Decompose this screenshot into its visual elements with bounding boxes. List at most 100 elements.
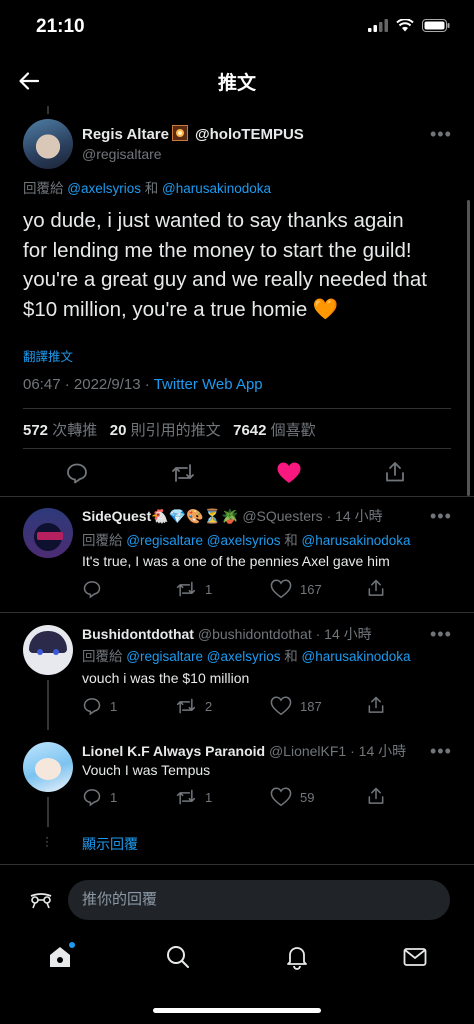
tab-messages[interactable] (400, 942, 430, 972)
logo-badge-icon (172, 125, 188, 141)
avatar[interactable] (23, 508, 73, 558)
reply-time: · 14 小時 (315, 626, 372, 642)
translate-link[interactable]: 翻譯推文 (23, 346, 73, 365)
avatar-eye (37, 649, 43, 655)
tab-bar (0, 930, 474, 990)
quote-count[interactable]: 20 則引用的推文 (110, 422, 221, 439)
reply-header: Lionel K.F Always Paranoid @LionelKF1 · … (82, 741, 406, 761)
share-icon (368, 787, 384, 804)
display-name[interactable]: SideQuest (82, 508, 151, 524)
more-options-icon[interactable]: ••• (430, 506, 452, 527)
header: 推文 (0, 56, 474, 106)
reply-button[interactable] (65, 461, 89, 490)
heart-filled-icon (277, 462, 301, 483)
username[interactable]: @regisaltare (82, 146, 162, 162)
reply-button[interactable]: 1 (82, 787, 117, 807)
reply-icon (83, 789, 101, 807)
tab-search[interactable] (163, 942, 193, 972)
scrollbar[interactable] (467, 200, 470, 496)
mention-link[interactable]: @regisaltare @axelsyrios (126, 533, 280, 548)
like-button[interactable]: 59 (270, 787, 314, 807)
share-button[interactable] (366, 695, 386, 715)
reply-compose-input[interactable]: 推你的回覆 (68, 880, 450, 920)
reply-button[interactable]: 1 (82, 696, 117, 716)
mail-icon (403, 948, 427, 966)
mention-link[interactable]: @harusakinodoka (162, 181, 271, 196)
reply-button[interactable] (82, 579, 110, 599)
thread-line (47, 106, 49, 114)
retweet-button[interactable]: 1 (175, 579, 212, 599)
mention-link[interactable]: @axelsyrios (67, 181, 141, 196)
source-link[interactable]: Twitter Web App (154, 376, 263, 393)
retweet-button[interactable] (170, 461, 196, 490)
share-icon (368, 579, 384, 596)
mention-link[interactable]: @regisaltare @axelsyrios (126, 649, 280, 664)
reply-context: 回覆給 @axelsyrios 和 @harusakinodoka (23, 181, 272, 196)
search-icon (167, 946, 189, 968)
show-replies-link[interactable]: 顯示回覆 (82, 834, 138, 854)
tweet-stats: 572 次轉推 20 則引用的推文 7642 個喜歡 (23, 419, 316, 440)
reply-header: SideQuest🐔💎🎨⏳🪴 @SQuesters · 14 小時 (82, 506, 383, 526)
reply-time: · 14 小時 (326, 508, 383, 524)
wifi-icon (396, 18, 414, 37)
divider (0, 612, 474, 613)
retweet-icon (176, 698, 196, 714)
retweet-count[interactable]: 572 次轉推 (23, 422, 97, 439)
mention-link[interactable]: @harusakinodoka (302, 649, 411, 664)
like-button[interactable] (276, 461, 302, 490)
retweet-button[interactable]: 1 (175, 787, 212, 807)
divider (0, 496, 474, 497)
thread-line (47, 680, 49, 730)
username[interactable]: @LionelKF1 (269, 743, 346, 759)
share-button[interactable] (366, 786, 386, 806)
reply-text: It's true, I was a one of the pennies Ax… (82, 553, 390, 569)
vertical-dots-icon: · · · (45, 830, 49, 852)
retweet-icon (176, 581, 196, 597)
divider (23, 408, 451, 409)
status-time: 21:10 (36, 16, 85, 37)
share-icon (368, 696, 384, 713)
heart-icon (270, 696, 292, 716)
avatar-face (35, 758, 61, 780)
share-button[interactable] (383, 460, 407, 489)
like-count[interactable]: 7642 個喜歡 (233, 422, 316, 439)
reply-text: Vouch I was Tempus (82, 762, 211, 778)
like-button[interactable]: 167 (270, 579, 322, 599)
more-options-icon[interactable]: ••• (430, 741, 452, 762)
tweet-timestamp: 06:47 · 2022/9/13 · Twitter Web App (23, 376, 263, 393)
username[interactable]: @SQuesters (242, 508, 322, 524)
heart-icon (270, 579, 292, 599)
avatar[interactable] (23, 742, 73, 792)
share-button[interactable] (366, 578, 386, 598)
status-icons (368, 18, 450, 37)
status-bar: 21:10 (0, 0, 474, 56)
inline-handle[interactable]: @holoTEMPUS (195, 126, 304, 143)
heart-icon (270, 787, 292, 807)
signal-icon (368, 19, 388, 37)
accessibility-icon[interactable] (28, 888, 54, 917)
avatar-eye (53, 649, 59, 655)
username[interactable]: @bushidontdothat (198, 626, 312, 642)
reply-icon (83, 698, 101, 716)
retweet-icon (172, 464, 194, 482)
reply-time: · 14 小時 (350, 743, 407, 759)
divider (23, 448, 451, 449)
retweet-icon (176, 789, 196, 805)
reply-context: 回覆給 @regisaltare @axelsyrios 和 @harusaki… (82, 533, 411, 548)
reply-icon (67, 463, 87, 484)
display-name[interactable]: Bushidontdothat (82, 626, 194, 642)
display-name[interactable]: Lionel K.F Always Paranoid (82, 743, 265, 759)
tab-notifications[interactable] (282, 942, 312, 972)
avatar[interactable] (23, 119, 73, 169)
retweet-button[interactable]: 2 (175, 696, 212, 716)
more-options-icon[interactable]: ••• (430, 624, 452, 645)
mention-link[interactable]: @harusakinodoka (302, 533, 411, 548)
display-name[interactable]: Regis Altare (82, 126, 169, 143)
home-indicator[interactable] (153, 1008, 321, 1013)
tab-home[interactable] (45, 942, 75, 972)
more-options-icon[interactable]: ••• (430, 124, 452, 145)
reply-context: 回覆給 @regisaltare @axelsyrios 和 @harusaki… (82, 649, 411, 664)
avatar-hair (29, 631, 67, 653)
avatar[interactable] (23, 625, 73, 675)
like-button[interactable]: 187 (270, 696, 322, 716)
